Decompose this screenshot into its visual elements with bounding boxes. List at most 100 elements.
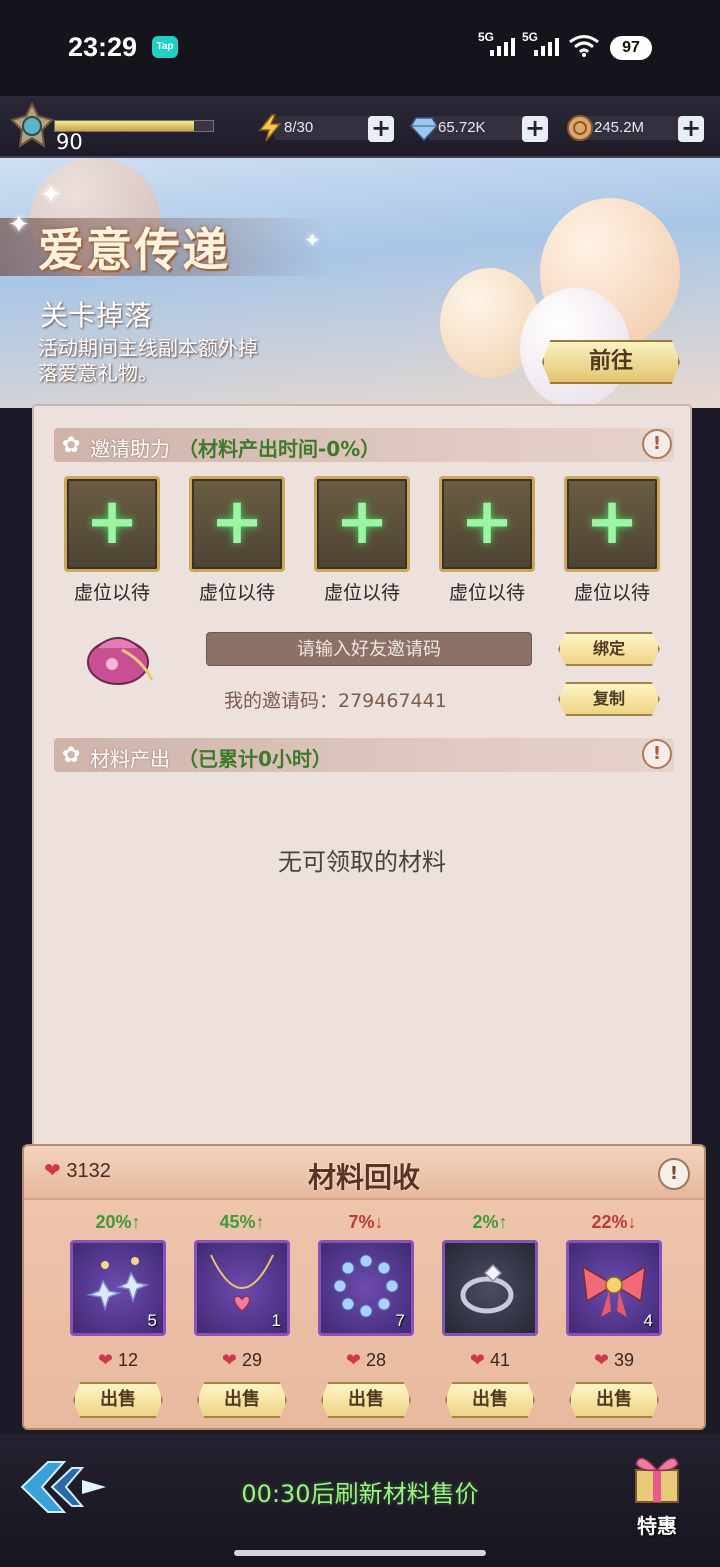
event-title: 爱意传递 (38, 223, 230, 277)
item-necklace[interactable]: 1 (194, 1240, 290, 1336)
sparkle-icon: ✦ (8, 210, 30, 240)
event-description: 活动期间主线副本额外掉落爱意礼物。 (38, 336, 258, 385)
level-emblem-icon[interactable] (8, 102, 56, 150)
add-icon: + (585, 485, 639, 559)
price-trend: 7%↓ (348, 1212, 384, 1232)
recycle-header: ❤ 3132 材料回收 ! (24, 1146, 704, 1200)
heart-icon: ❤ (469, 1350, 486, 1370)
helper-slot[interactable]: + (439, 476, 535, 572)
sell-button[interactable]: 出售 (445, 1382, 535, 1418)
item-price-value: 41 (490, 1350, 511, 1370)
item-price-value: 28 (366, 1350, 387, 1370)
recycle-panel: ❤ 3132 材料回收 ! 20%↑ 5 ❤ 12 出售 45%↑ 1 ❤ 29… (22, 1144, 706, 1430)
earrings-icon (86, 1257, 150, 1312)
tap-app-icon: Tap (152, 36, 178, 58)
item-price-value: 39 (614, 1350, 635, 1370)
sparkle-icon: ✦ (304, 228, 321, 252)
my-invite-code: 我的邀请码：279467441 (224, 690, 447, 712)
add-icon: + (335, 485, 389, 559)
lightning-icon (258, 114, 282, 142)
item-bow[interactable]: 4 (566, 1240, 662, 1336)
event-subtitle: 关卡掉落 (40, 299, 153, 332)
special-offer-button[interactable]: 特惠 (622, 1446, 692, 1538)
coin-icon (567, 115, 593, 141)
goto-button[interactable]: 前往 (542, 340, 680, 384)
helper-slot[interactable]: + (314, 476, 410, 572)
info-icon[interactable]: ! (658, 1158, 690, 1190)
add-icon: + (460, 485, 514, 559)
helper-slot[interactable]: + (64, 476, 160, 572)
bracelet-icon (333, 1254, 399, 1318)
item-price: ❤ 12 (70, 1350, 166, 1371)
item-price: ❤ 41 (442, 1350, 538, 1371)
heart-icon: ❤ (345, 1350, 362, 1370)
empty-message: 无可领取的材料 (278, 848, 446, 876)
item-price-value: 29 (242, 1350, 263, 1370)
recycle-title: 材料回收 (307, 1161, 420, 1194)
add-icon: + (210, 485, 264, 559)
item-count: 7 (395, 1311, 405, 1330)
slot-label: 虚位以待 (73, 582, 150, 604)
add-icon: + (85, 485, 139, 559)
add-gold-button[interactable]: + (678, 116, 704, 142)
battery-indicator: 97 (610, 36, 652, 60)
diamond-icon (410, 117, 438, 142)
home-indicator[interactable] (234, 1550, 486, 1556)
invite-panel: ✿ 邀请助力 （材料产出时间-0%） ! + + + + + 虚位以待 虚位以待… (32, 404, 692, 1164)
helper-slot[interactable]: + (189, 476, 285, 572)
slot-label: 虚位以待 (198, 582, 275, 604)
price-trend: 22%↓ (591, 1212, 637, 1232)
bottom-bar: 00:30后刷新材料售价 特惠 (0, 1434, 720, 1567)
item-bracelet[interactable]: 7 (318, 1240, 414, 1336)
bow-icon (582, 1265, 646, 1317)
heart-icon: ❤ (221, 1350, 238, 1370)
price-trend: 2%↑ (472, 1212, 508, 1232)
item-count: 1 (271, 1311, 281, 1330)
info-icon[interactable]: ! (642, 739, 672, 769)
gift-bag-icon (87, 637, 154, 685)
add-stamina-button[interactable]: + (368, 116, 394, 142)
bind-button[interactable]: 绑定 (558, 632, 660, 666)
invite-code-input[interactable]: 请输入好友邀请码 (206, 632, 532, 666)
status-bar: 23:29 Tap 5G 5G 97 (0, 0, 720, 96)
invite-header-note: （材料产出时间-0%） (178, 437, 381, 461)
ring-icon (460, 1263, 514, 1314)
price-trend: 45%↑ (219, 1212, 265, 1232)
sell-button[interactable]: 出售 (569, 1382, 659, 1418)
clock: 23:29 (68, 32, 138, 62)
sell-button[interactable]: 出售 (73, 1382, 163, 1418)
flower-icon: ✿ (62, 743, 81, 768)
item-price: ❤ 29 (194, 1350, 290, 1371)
item-price: ❤ 39 (566, 1350, 662, 1371)
resource-bar: 90 8/30 + 65.72K + 245.2M + (0, 96, 720, 158)
item-price-value: 12 (118, 1350, 139, 1370)
slot-label: 虚位以待 (323, 582, 400, 604)
slot-label: 虚位以待 (448, 582, 525, 604)
invite-header-label: 邀请助力 (90, 437, 170, 461)
invite-section-header: ✿ 邀请助力 （材料产出时间-0%） ! (54, 428, 674, 462)
item-price: ❤ 28 (318, 1350, 414, 1371)
sell-button[interactable]: 出售 (197, 1382, 287, 1418)
output-section-header: ✿ 材料产出 （已累计0小时） ! (54, 738, 674, 772)
price-trend: 20%↑ (95, 1212, 141, 1232)
flower-icon: ✿ (62, 433, 81, 458)
item-count: 4 (643, 1311, 653, 1330)
player-level: 90 (56, 130, 83, 154)
signal-bars-1-icon (490, 38, 515, 56)
copy-button[interactable]: 复制 (558, 682, 660, 716)
item-earrings[interactable]: 5 (70, 1240, 166, 1336)
info-icon[interactable]: ! (642, 429, 672, 459)
event-banner: ✦ ✦ ✦ 爱意传递 关卡掉落 活动期间主线副本额外掉落爱意礼物。 前往 (0, 158, 720, 408)
wifi-icon (569, 35, 599, 57)
item-count: 5 (147, 1311, 157, 1330)
output-header-note: （已累计0小时） (178, 747, 332, 771)
output-header-label: 材料产出 (90, 747, 170, 771)
add-diamonds-button[interactable]: + (522, 116, 548, 142)
signal-bars-2-icon (534, 38, 559, 56)
sell-button[interactable]: 出售 (321, 1382, 411, 1418)
helper-slot[interactable]: + (564, 476, 660, 572)
special-offer-label: 特惠 (637, 1514, 677, 1538)
heart-icon: ❤ (97, 1350, 114, 1370)
item-ring[interactable] (442, 1240, 538, 1336)
slot-label: 虚位以待 (573, 582, 650, 604)
